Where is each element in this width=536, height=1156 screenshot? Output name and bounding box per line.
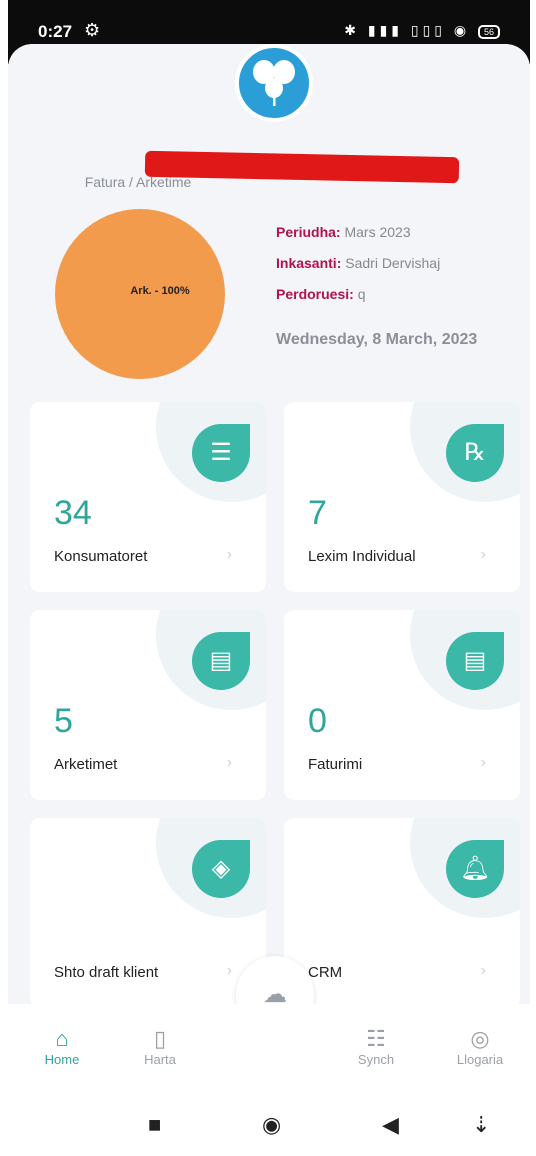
card-label: Lexim Individual <box>308 548 416 565</box>
home-icon: ⌂ <box>55 1026 69 1051</box>
info-perdoruesi: Perdoruesi: q <box>276 286 366 302</box>
card-number: 7 <box>308 494 327 532</box>
prescription-icon: ℞ <box>446 424 504 482</box>
info-periudha: Periudha: Mars 2023 <box>276 224 411 240</box>
perdoruesi-label: Perdoruesi: <box>276 286 354 302</box>
card-number: 34 <box>54 494 92 532</box>
list-icon: ☰ <box>192 424 250 482</box>
pie-chart: Ark. - 100% <box>55 209 225 379</box>
chevron-right-icon: › <box>226 962 232 979</box>
current-date: Wednesday, 8 March, 2023 <box>276 331 478 348</box>
document-icon: ▤ <box>192 632 250 690</box>
card-label: Shto draft klient <box>54 964 159 981</box>
pie-title: Fatura / Arketime <box>84 174 192 190</box>
nav-label: Home <box>44 1052 80 1067</box>
nav-label: Llogaria <box>456 1052 504 1067</box>
app-logo <box>235 44 313 122</box>
bell-icon: 🔔︎ <box>446 840 504 898</box>
periudha-label: Periudha: <box>276 224 341 240</box>
home-button[interactable]: ◉ <box>262 1112 281 1138</box>
status-time: 0:27 <box>38 22 73 41</box>
inkasanti-value: Sadri Dervishaj <box>345 255 441 271</box>
nav-label: Synch <box>357 1052 395 1067</box>
document-icon: ▤ <box>446 632 504 690</box>
chevron-right-icon: › <box>480 962 486 979</box>
recents-button[interactable]: ■ <box>148 1112 161 1138</box>
clover-icon <box>253 60 295 106</box>
checklist-icon: ☷ <box>366 1026 386 1051</box>
phone-screen: 0:27 ⚙ ✱ ▮▮▮ ▯▯▯ ◉ 56 Fatura / Arketime … <box>8 0 530 1156</box>
nav-harta[interactable]: ▯ Harta <box>120 1026 200 1067</box>
card-faturimi[interactable]: ▤ 0 Faturimi › <box>284 610 520 800</box>
back-button[interactable]: ◀ <box>382 1112 399 1138</box>
card-label: Faturimi <box>308 756 363 773</box>
settings-icon: ⚙ <box>84 20 101 40</box>
card-crm[interactable]: 🔔︎ CRM › <box>284 818 520 1008</box>
pie-label: Ark. - 100% <box>130 285 190 297</box>
chevron-right-icon: › <box>226 546 232 563</box>
card-label: Konsumatoret <box>54 548 148 565</box>
card-number: 5 <box>54 702 73 740</box>
periudha-value: Mars 2023 <box>344 224 411 240</box>
info-inkasanti: Inkasanti: Sadri Dervishaj <box>276 255 440 271</box>
card-konsumatoret[interactable]: ☰ 34 Konsumatoret › <box>30 402 266 592</box>
home-content: Fatura / Arketime Ark. - 100% Periudha: … <box>8 44 530 1008</box>
chevron-right-icon: › <box>226 754 232 771</box>
card-lexim-individual[interactable]: ℞ 7 Lexim Individual › <box>284 402 520 592</box>
nav-home[interactable]: ⌂ Home <box>22 1026 102 1067</box>
system-nav-bar: ■ ◉ ◀ ⇣ <box>8 1092 530 1156</box>
account-icon: ◎ <box>470 1026 490 1051</box>
status-icons: ✱ ▮▮▮ ▯▯▯ ◉ 56 <box>344 22 500 39</box>
card-arketimet[interactable]: ▤ 5 Arketimet › <box>30 610 266 800</box>
battery-icon: 56 <box>477 25 500 39</box>
nav-synch[interactable]: ☷ Synch <box>336 1026 416 1067</box>
add-layer-icon: ◈ <box>192 840 250 898</box>
bottom-nav: ⌂ Home ▯ Harta ☷ Synch ◎ Llogaria <box>8 1004 530 1092</box>
card-number: 0 <box>308 702 327 740</box>
perdoruesi-value: q <box>357 286 366 302</box>
more-button[interactable]: ⇣ <box>472 1112 490 1138</box>
card-label: Arketimet <box>54 756 118 773</box>
chevron-right-icon: › <box>480 754 486 771</box>
chevron-right-icon: › <box>480 546 486 563</box>
nav-llogaria[interactable]: ◎ Llogaria <box>440 1026 520 1067</box>
card-label: CRM <box>308 964 343 981</box>
inkasanti-label: Inkasanti: <box>276 255 342 271</box>
map-icon: ▯ <box>153 1026 167 1051</box>
card-shto-draft-klient[interactable]: ◈ Shto draft klient › <box>30 818 266 1008</box>
nav-label: Harta <box>144 1052 176 1067</box>
